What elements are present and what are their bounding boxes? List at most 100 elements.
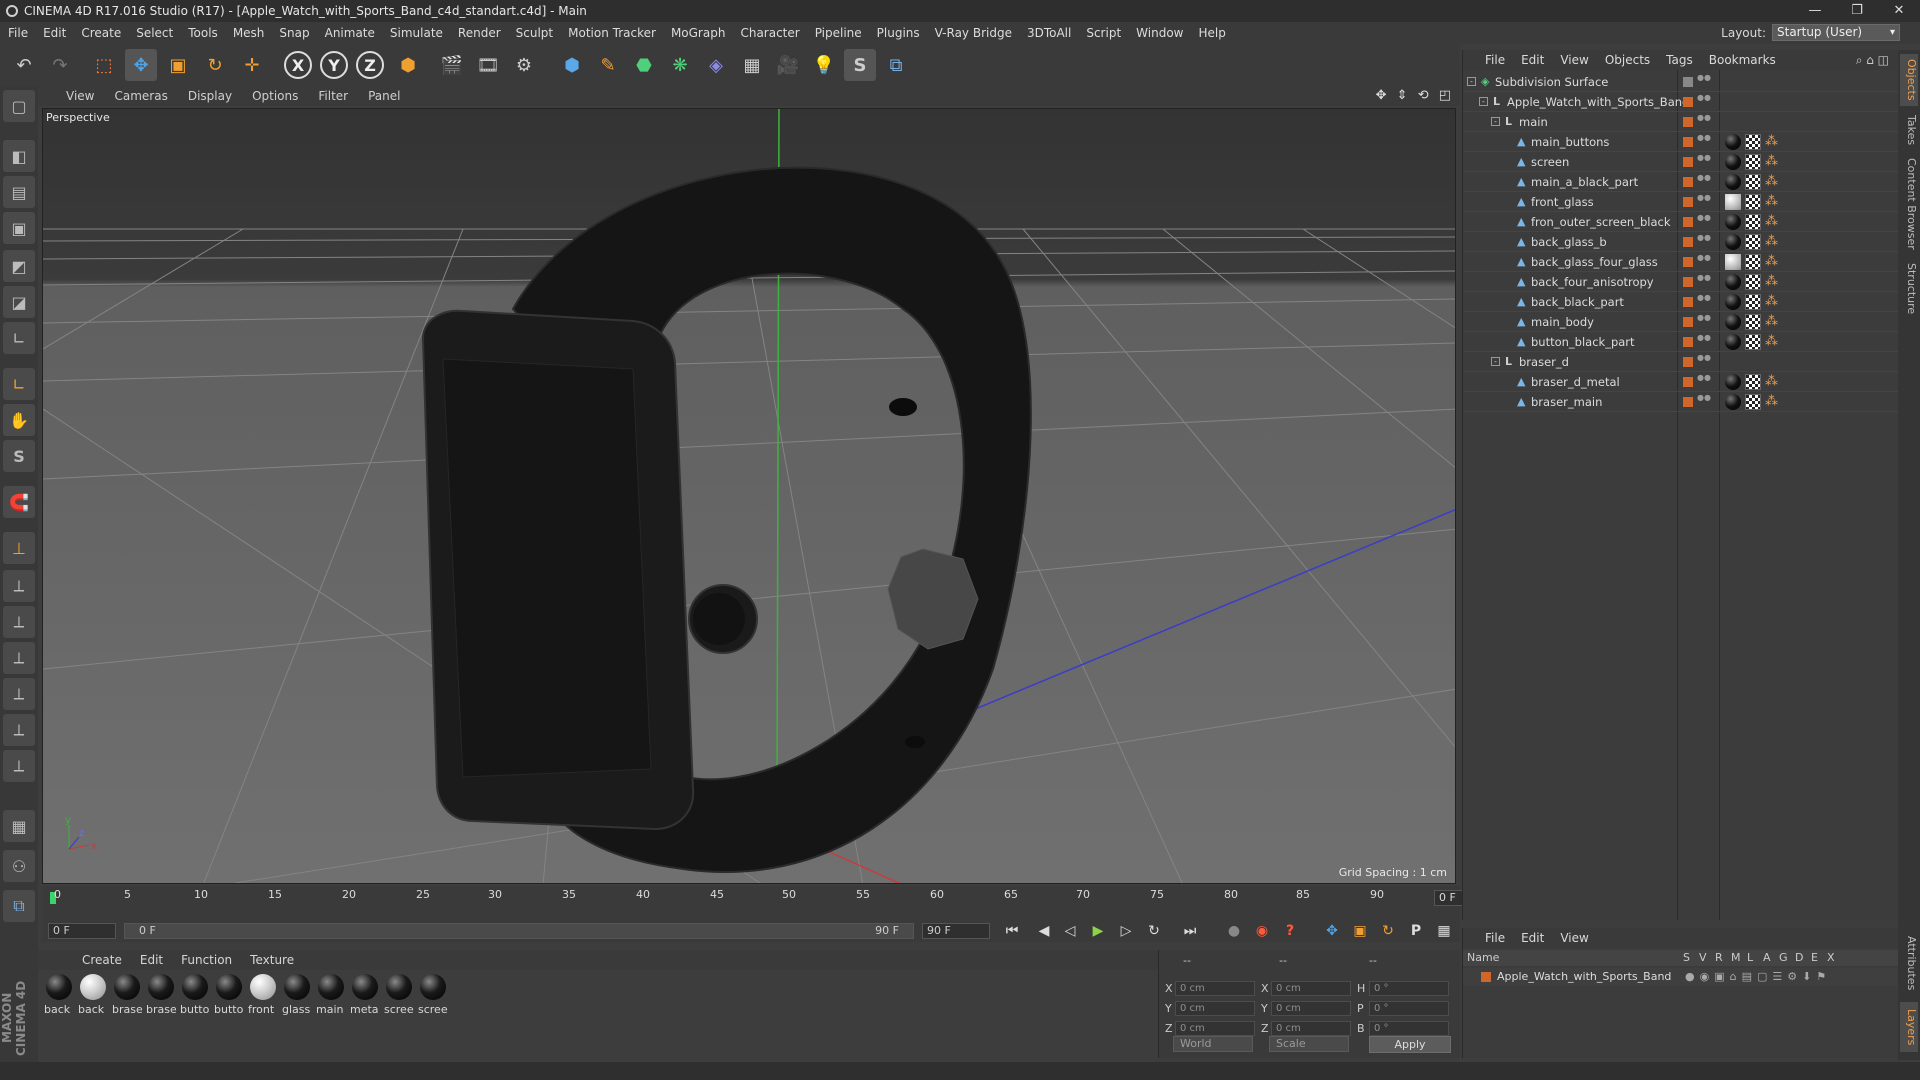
object-row[interactable]: ▲ main_a_black_part ●● ⁂ bbox=[1463, 172, 1899, 192]
object-row[interactable]: - ◈ Subdivision Surface ●● bbox=[1463, 72, 1899, 92]
phong-tag-icon[interactable]: ⁂ bbox=[1765, 374, 1781, 390]
visibility-dots-icon[interactable]: ●● bbox=[1697, 294, 1711, 309]
layer-color-swatch[interactable] bbox=[1683, 97, 1693, 107]
last-tool-icon[interactable]: ✛ bbox=[236, 49, 268, 81]
material-tag-icon[interactable] bbox=[1725, 274, 1741, 290]
key-position-icon[interactable]: ✥ bbox=[1320, 920, 1344, 942]
object-row[interactable]: - Lbraser_d ●● bbox=[1463, 352, 1899, 372]
object-row[interactable]: ▲ main_body ●● ⁂ bbox=[1463, 312, 1899, 332]
objects-menu-view[interactable]: View bbox=[1560, 53, 1588, 67]
timeline-ruler[interactable]: 0 5 10 15 20 25 30 35 40 45 50 55 60 65 … bbox=[42, 886, 1498, 920]
expand-toggle-icon[interactable]: - bbox=[1491, 117, 1500, 126]
material-menu-create[interactable]: Create bbox=[82, 953, 122, 967]
object-row[interactable]: ▲ fron_outer_screen_black ●● ⁂ bbox=[1463, 212, 1899, 232]
visibility-dots-icon[interactable]: ●● bbox=[1697, 74, 1711, 89]
layer-toggles-icon[interactable]: ●◉▣⌂▤▢☰⚙⬇⚑ bbox=[1685, 970, 1831, 983]
phong-tag-icon[interactable]: ⁂ bbox=[1765, 254, 1781, 270]
expand-toggle-icon[interactable]: - bbox=[1491, 357, 1500, 366]
sculpt-tool-3-icon[interactable]: ⟂ bbox=[3, 642, 35, 674]
phong-tag-icon[interactable]: ⁂ bbox=[1765, 234, 1781, 250]
material-swatch[interactable]: brase bbox=[146, 974, 176, 1016]
visibility-dots-icon[interactable]: ●● bbox=[1697, 134, 1711, 149]
light-icon[interactable]: 💡 bbox=[808, 49, 840, 81]
layer-color-swatch[interactable] bbox=[1683, 117, 1693, 127]
object-row[interactable]: ▲ back_glass_four_glass ●● ⁂ bbox=[1463, 252, 1899, 272]
live-selection-icon[interactable]: ⬚ bbox=[88, 49, 120, 81]
object-name[interactable]: Subdivision Surface bbox=[1495, 75, 1608, 89]
go-to-end-icon[interactable]: ⏭ bbox=[1178, 920, 1202, 942]
phong-tag-icon[interactable]: ⁂ bbox=[1765, 214, 1781, 230]
layer-col-d[interactable]: D bbox=[1795, 951, 1803, 964]
lock-workplane-icon[interactable]: ⚇ bbox=[3, 850, 35, 882]
uvw-tag-icon[interactable] bbox=[1745, 214, 1761, 230]
minimize-button[interactable]: — bbox=[1794, 0, 1836, 22]
menu-animate[interactable]: Animate bbox=[325, 26, 375, 40]
material-tag-icon[interactable] bbox=[1725, 174, 1741, 190]
object-row[interactable]: ▲ screen ●● ⁂ bbox=[1463, 152, 1899, 172]
layer-col-a[interactable]: A bbox=[1763, 951, 1771, 964]
render-picture-viewer-icon[interactable]: 🎞 bbox=[472, 49, 504, 81]
coordinate-mode-dropdown[interactable]: Scale bbox=[1269, 1036, 1349, 1052]
layer-col-x[interactable]: X bbox=[1827, 951, 1835, 964]
size-y-field[interactable]: 0 cm bbox=[1271, 1001, 1351, 1016]
material-swatch[interactable]: butto bbox=[214, 974, 244, 1016]
menu-mograph[interactable]: MoGraph bbox=[671, 26, 726, 40]
pen-spline-icon[interactable]: ✎ bbox=[592, 49, 624, 81]
tweak-mode-icon[interactable]: ✋ bbox=[3, 404, 35, 436]
uvw-tag-icon[interactable] bbox=[1745, 154, 1761, 170]
end-frame-field[interactable]: 90 F bbox=[922, 923, 990, 939]
visibility-dots-icon[interactable]: ●● bbox=[1697, 234, 1711, 249]
y-axis-lock-button[interactable]: Y bbox=[320, 51, 348, 79]
material-swatch[interactable]: back bbox=[78, 974, 108, 1016]
tab-objects[interactable]: Objects bbox=[1900, 54, 1918, 106]
key-parameter-icon[interactable]: P bbox=[1404, 920, 1428, 942]
tab-takes[interactable]: Takes bbox=[1900, 110, 1918, 150]
subdivision-surface-icon[interactable]: ⬣ bbox=[628, 49, 660, 81]
workplane-icon[interactable]: ⊥ bbox=[3, 532, 35, 564]
visibility-dots-icon[interactable]: ●● bbox=[1697, 334, 1711, 349]
material-tag-icon[interactable] bbox=[1725, 374, 1741, 390]
viewport-navigation-icons[interactable]: ✥ ⇕ ⟲ ◰ bbox=[1376, 88, 1454, 103]
restore-button[interactable]: ❐ bbox=[1836, 0, 1878, 22]
object-row[interactable]: - L Apple_Watch_with_Sports_Band ●● bbox=[1463, 92, 1899, 112]
material-tag-icon[interactable] bbox=[1725, 194, 1741, 210]
layer-color-swatch[interactable] bbox=[1683, 317, 1693, 327]
coordinate-system-icon[interactable]: ⬢ bbox=[392, 49, 424, 81]
sculpt-tool-1-icon[interactable]: ⟂ bbox=[3, 570, 35, 602]
layer-row[interactable]: Apple_Watch_with_Sports_Band ●◉▣⌂▤▢☰⚙⬇⚑ bbox=[1463, 968, 1899, 986]
object-row[interactable]: - Lmain ●● bbox=[1463, 112, 1899, 132]
object-name[interactable]: front_glass bbox=[1531, 195, 1594, 209]
visibility-dots-icon[interactable]: ●● bbox=[1697, 194, 1711, 209]
menu-snap[interactable]: Snap bbox=[279, 26, 309, 40]
object-name[interactable]: braser_d_metal bbox=[1531, 375, 1620, 389]
menu-vray-bridge[interactable]: V-Ray Bridge bbox=[935, 26, 1012, 40]
visibility-dots-icon[interactable]: ●● bbox=[1697, 154, 1711, 169]
object-row[interactable]: ▲ back_black_part ●● ⁂ bbox=[1463, 292, 1899, 312]
object-row[interactable]: ▲ button_black_part ●● ⁂ bbox=[1463, 332, 1899, 352]
rotation-h-field[interactable]: 0 ° bbox=[1369, 981, 1449, 996]
points-mode-icon[interactable]: ◩ bbox=[3, 250, 35, 282]
menu-select[interactable]: Select bbox=[136, 26, 173, 40]
layer-col-v[interactable]: V bbox=[1699, 951, 1707, 964]
layer-col-g[interactable]: G bbox=[1779, 951, 1788, 964]
objects-menu-edit[interactable]: Edit bbox=[1521, 53, 1544, 67]
phong-tag-icon[interactable]: ⁂ bbox=[1765, 394, 1781, 410]
uvw-tag-icon[interactable] bbox=[1745, 194, 1761, 210]
material-swatch[interactable]: brase bbox=[112, 974, 142, 1016]
menu-3dtoall[interactable]: 3DToAll bbox=[1027, 26, 1071, 40]
visibility-dots-icon[interactable]: ●● bbox=[1697, 394, 1711, 409]
python-icon[interactable]: ⧉ bbox=[880, 49, 912, 81]
layer-color-swatch[interactable] bbox=[1683, 357, 1693, 367]
menu-file[interactable]: File bbox=[8, 26, 28, 40]
apple-watch-model[interactable] bbox=[421, 166, 1032, 874]
size-z-field[interactable]: 0 cm bbox=[1271, 1021, 1351, 1036]
uvw-tag-icon[interactable] bbox=[1745, 254, 1761, 270]
menu-edit[interactable]: Edit bbox=[43, 26, 66, 40]
position-z-field[interactable]: 0 cm bbox=[1175, 1021, 1255, 1036]
snap-icon[interactable]: S bbox=[3, 440, 35, 472]
uvw-tag-icon[interactable] bbox=[1745, 234, 1761, 250]
make-editable-icon[interactable]: ▢ bbox=[3, 90, 35, 122]
layer-color-swatch[interactable] bbox=[1683, 297, 1693, 307]
redo-icon[interactable]: ↷ bbox=[44, 49, 76, 81]
material-tag-icon[interactable] bbox=[1725, 154, 1741, 170]
